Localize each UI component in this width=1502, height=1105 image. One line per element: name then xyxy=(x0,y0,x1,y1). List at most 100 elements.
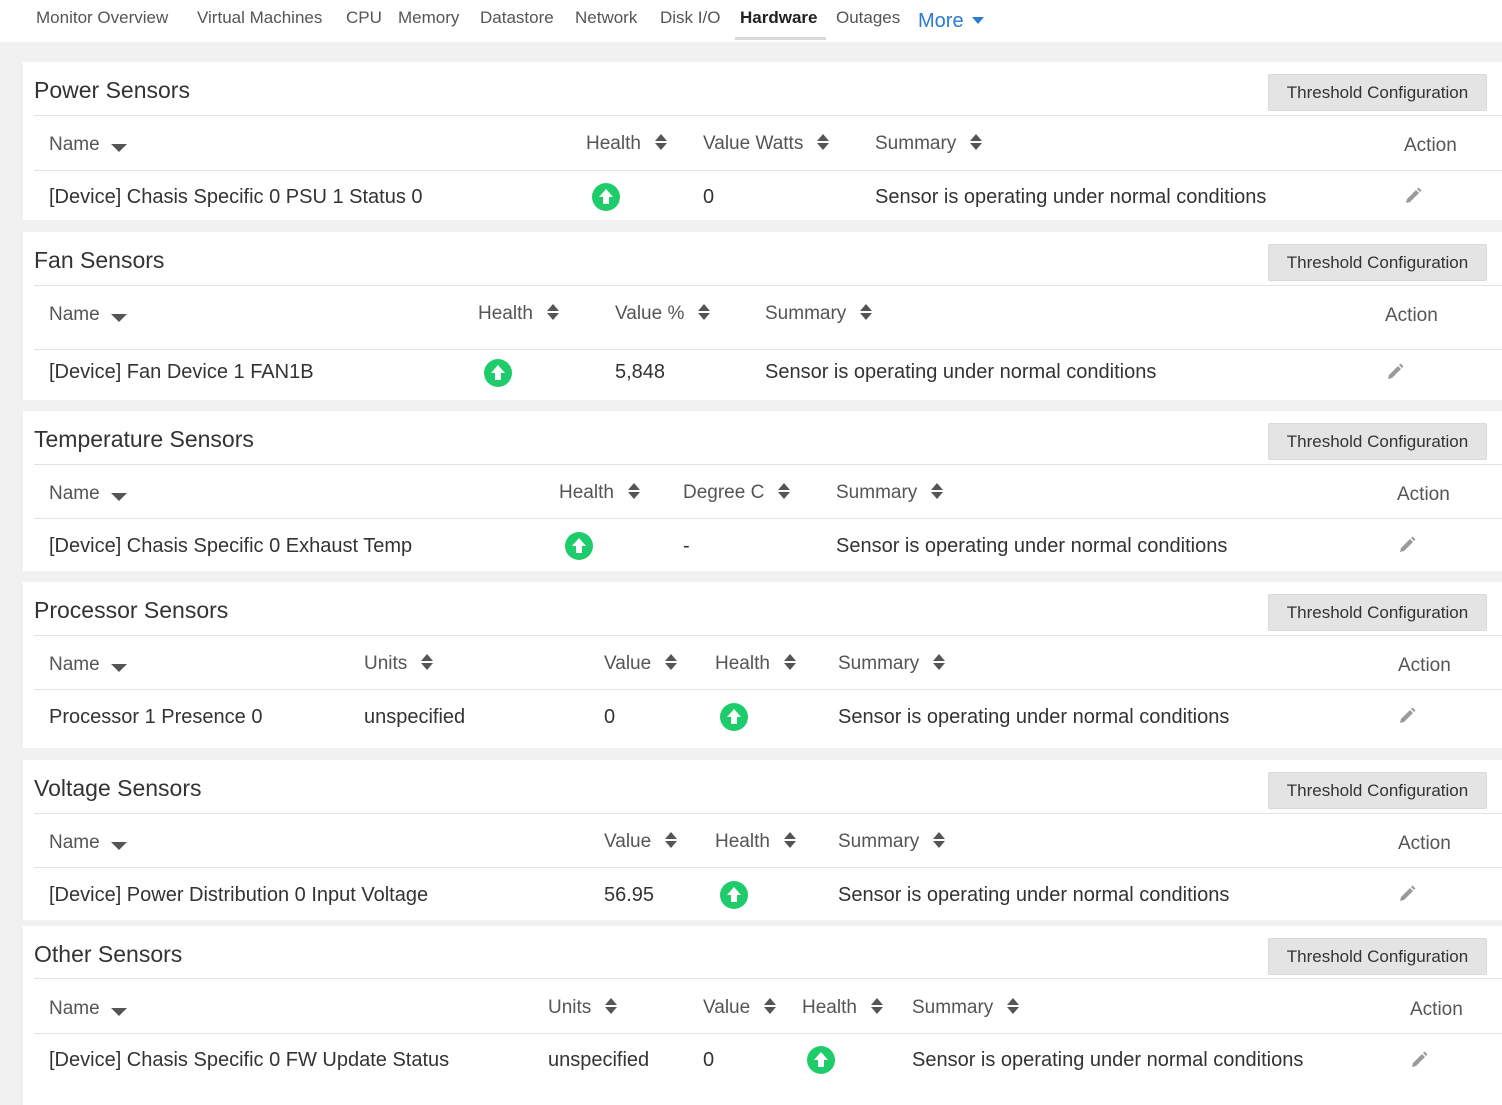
sensor-value: 0 xyxy=(604,706,616,728)
column-header-name[interactable]: Name xyxy=(49,483,127,505)
divider xyxy=(34,115,1502,116)
column-header-health[interactable]: Health xyxy=(478,303,559,325)
divider xyxy=(34,170,1502,171)
threshold-configuration-button[interactable]: Threshold Configuration xyxy=(1268,594,1487,631)
column-header-value[interactable]: Value xyxy=(604,831,678,853)
panel-title: Voltage Sensors xyxy=(34,775,202,801)
column-header-health[interactable]: Health xyxy=(715,653,796,675)
tab-network[interactable]: Network xyxy=(575,8,637,28)
voltage-sensors-panel: Voltage Sensors Threshold Configuration … xyxy=(23,760,1502,920)
column-header-summary[interactable]: Summary xyxy=(765,303,873,325)
tab-monitor-overview[interactable]: Monitor Overview xyxy=(36,8,168,28)
column-header-summary[interactable]: Summary xyxy=(836,482,944,504)
column-header-value[interactable]: Value Watts xyxy=(703,133,830,155)
tab-disk-io[interactable]: Disk I/O xyxy=(660,8,720,28)
sort-icon xyxy=(933,831,946,849)
column-header-name[interactable]: Name xyxy=(49,134,127,156)
column-header-name[interactable]: Name xyxy=(49,654,127,676)
divider xyxy=(34,635,1502,636)
threshold-configuration-button[interactable]: Threshold Configuration xyxy=(1268,423,1487,460)
tab-hardware[interactable]: Hardware xyxy=(740,8,817,28)
sensor-summary: Sensor is operating under normal conditi… xyxy=(836,535,1228,557)
column-header-health[interactable]: Health xyxy=(559,482,640,504)
sensor-name: [Device] Chasis Specific 0 FW Update Sta… xyxy=(49,1049,450,1071)
column-header-summary[interactable]: Summary xyxy=(875,133,983,155)
active-tab-indicator xyxy=(735,37,826,40)
column-header-value[interactable]: Value % xyxy=(615,303,711,325)
threshold-configuration-button[interactable]: Threshold Configuration xyxy=(1268,244,1487,281)
sort-icon xyxy=(665,831,678,849)
tab-outages[interactable]: Outages xyxy=(836,8,900,28)
column-header-units[interactable]: Units xyxy=(364,653,434,675)
sensor-value: 0 xyxy=(703,186,715,208)
sort-icon xyxy=(605,997,618,1015)
column-header-summary[interactable]: Summary xyxy=(838,653,946,675)
column-header-value[interactable]: Value xyxy=(604,653,678,675)
tab-cpu[interactable]: CPU xyxy=(346,8,382,28)
more-label: More xyxy=(918,10,964,32)
edit-icon[interactable] xyxy=(1385,362,1405,382)
sort-icon xyxy=(698,303,711,321)
sensor-summary: Sensor is operating under normal conditi… xyxy=(765,361,1157,383)
tab-memory[interactable]: Memory xyxy=(398,8,459,28)
column-header-units[interactable]: Units xyxy=(548,997,618,1019)
sort-icon xyxy=(931,482,944,500)
edit-icon[interactable] xyxy=(1403,186,1423,206)
threshold-configuration-button[interactable]: Threshold Configuration xyxy=(1268,938,1487,975)
arrow-up-circle-icon xyxy=(807,1046,835,1074)
divider xyxy=(34,464,1502,465)
column-header-summary[interactable]: Summary xyxy=(838,831,946,853)
panel-title: Temperature Sensors xyxy=(34,426,254,452)
sensor-value: 0 xyxy=(703,1049,715,1071)
column-header-action: Action xyxy=(1404,135,1457,156)
edit-icon[interactable] xyxy=(1397,884,1417,904)
column-header-name[interactable]: Name xyxy=(49,998,127,1020)
sensor-summary: Sensor is operating under normal conditi… xyxy=(838,706,1230,728)
tab-datastore[interactable]: Datastore xyxy=(480,8,554,28)
edit-icon[interactable] xyxy=(1397,706,1417,726)
column-header-name[interactable]: Name xyxy=(49,832,127,854)
tab-virtual-machines[interactable]: Virtual Machines xyxy=(197,8,322,28)
sort-icon xyxy=(627,482,640,500)
sort-icon xyxy=(764,997,777,1015)
column-header-health[interactable]: Health xyxy=(802,997,883,1019)
more-dropdown[interactable]: More xyxy=(918,10,984,33)
sensor-value: - xyxy=(683,535,690,557)
column-header-name[interactable]: Name xyxy=(49,304,127,326)
sensor-value: 56.95 xyxy=(604,884,655,906)
sensor-name: [Device] Power Distribution 0 Input Volt… xyxy=(49,884,429,906)
sort-icon xyxy=(860,303,873,321)
sort-icon xyxy=(783,831,796,849)
edit-icon[interactable] xyxy=(1409,1050,1429,1070)
sensor-summary: Sensor is operating under normal conditi… xyxy=(912,1049,1304,1071)
edit-icon[interactable] xyxy=(1397,535,1417,555)
sensor-name: Processor 1 Presence 0 xyxy=(49,706,263,728)
divider xyxy=(34,285,1502,286)
threshold-configuration-button[interactable]: Threshold Configuration xyxy=(1268,74,1487,111)
column-header-action: Action xyxy=(1410,999,1463,1020)
column-header-value[interactable]: Value xyxy=(703,997,777,1019)
panel-title: Other Sensors xyxy=(34,941,183,967)
column-header-action: Action xyxy=(1398,833,1451,854)
arrow-up-circle-icon xyxy=(720,703,748,731)
threshold-configuration-button[interactable]: Threshold Configuration xyxy=(1268,772,1487,809)
other-sensors-panel: Other Sensors Threshold Configuration Na… xyxy=(23,926,1502,1105)
column-header-health[interactable]: Health xyxy=(715,831,796,853)
chevron-down-icon xyxy=(971,17,984,24)
sensor-value: 5,848 xyxy=(615,361,666,383)
temperature-sensors-panel: Temperature Sensors Threshold Configurat… xyxy=(23,411,1502,571)
arrow-up-circle-icon xyxy=(720,881,748,909)
column-header-health[interactable]: Health xyxy=(586,133,667,155)
sensor-units: unspecified xyxy=(364,706,466,728)
divider xyxy=(34,689,1502,690)
column-header-action: Action xyxy=(1397,484,1450,505)
sort-icon xyxy=(970,133,983,151)
column-header-summary[interactable]: Summary xyxy=(912,997,1020,1019)
sort-icon xyxy=(870,997,883,1015)
divider xyxy=(34,978,1502,979)
column-header-action: Action xyxy=(1398,655,1451,676)
column-header-degree[interactable]: Degree C xyxy=(683,482,791,504)
divider xyxy=(34,1033,1502,1034)
sort-icon xyxy=(665,653,678,671)
sort-icon xyxy=(1007,997,1020,1015)
